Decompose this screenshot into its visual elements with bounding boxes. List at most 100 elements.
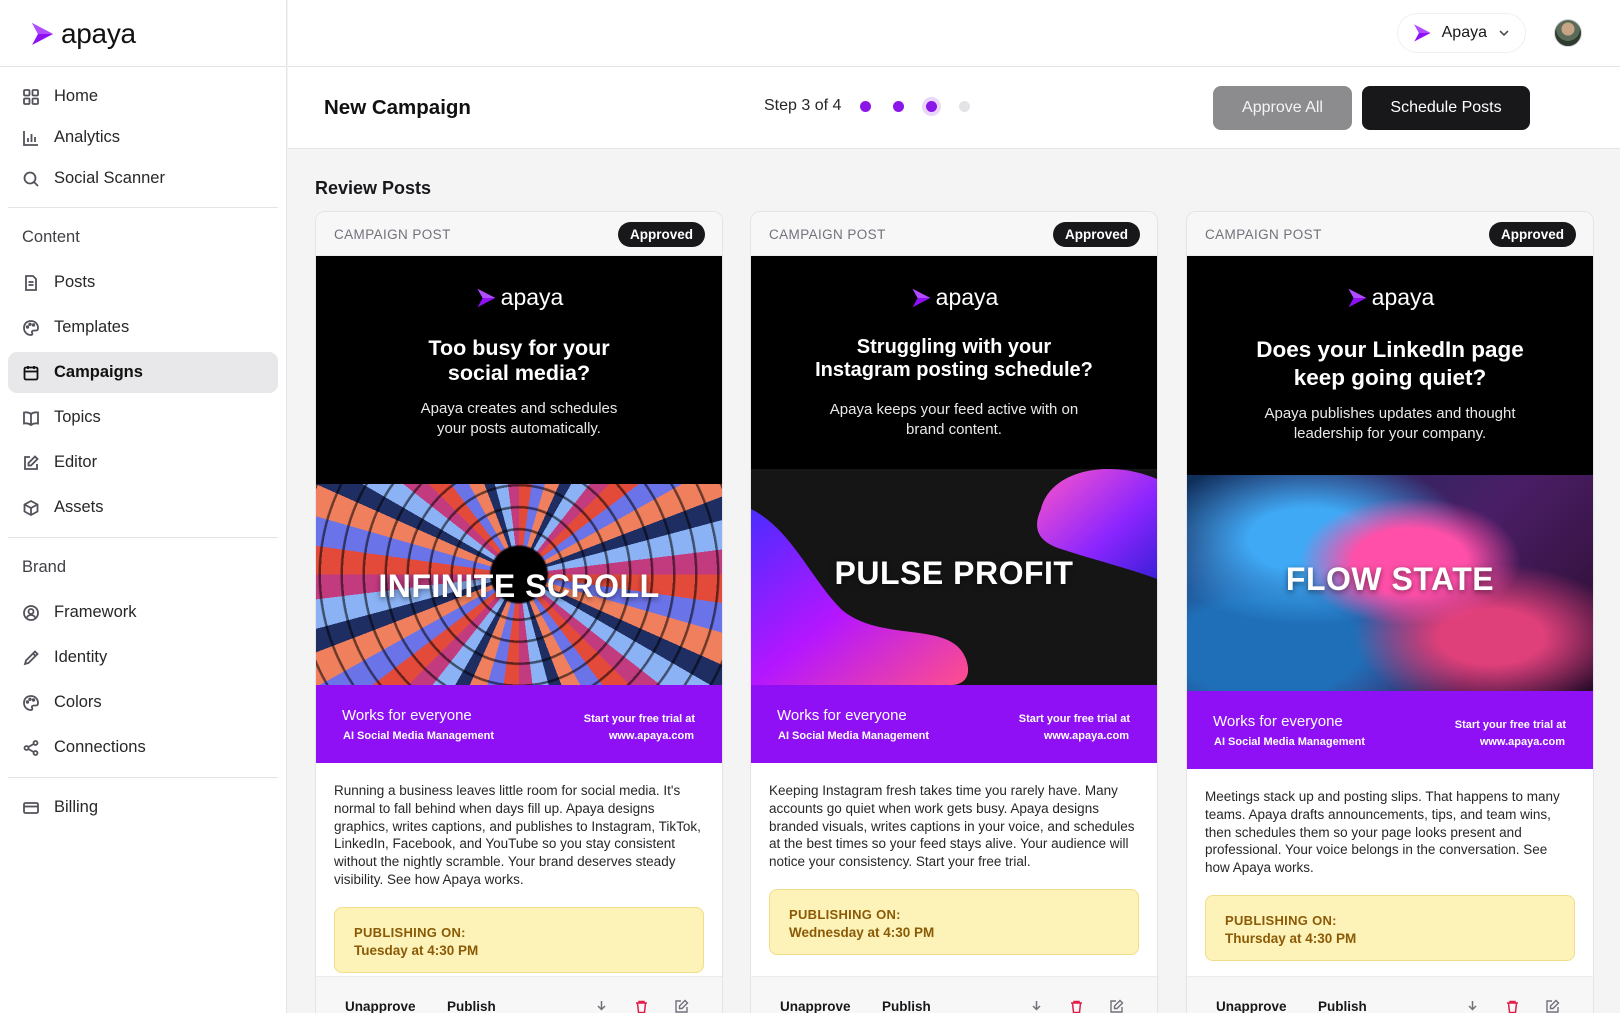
creative-footer-url: www.apaya.com: [608, 730, 694, 742]
trash-icon[interactable]: [634, 999, 649, 1013]
sidebar-item-templates[interactable]: Templates: [8, 307, 278, 348]
sidebar-item-analytics[interactable]: Analytics: [8, 117, 278, 158]
palette-icon: [23, 319, 39, 336]
creative-footer-subtag: AI Social Media Management: [1214, 736, 1365, 748]
trash-icon[interactable]: [1069, 999, 1084, 1013]
publish-button[interactable]: Publish: [447, 999, 496, 1013]
sidebar-item-campaigns[interactable]: Campaigns: [8, 352, 278, 393]
review-posts-heading: Review Posts: [315, 178, 432, 198]
publish-button[interactable]: Publish: [1318, 999, 1367, 1013]
sidebar-divider: [8, 207, 278, 208]
sidebar-item-billing[interactable]: Billing: [8, 787, 278, 828]
apaya-logo-icon: [1413, 24, 1431, 42]
post-card-actions: Unapprove Publish: [1187, 976, 1593, 1013]
creative-footer-subtag: AI Social Media Management: [343, 730, 494, 742]
download-icon[interactable]: [1465, 999, 1480, 1013]
sidebar-item-connections[interactable]: Connections: [8, 727, 278, 768]
sidebar-item-topics[interactable]: Topics: [8, 397, 278, 438]
sidebar-item-label: Editor: [54, 453, 98, 471]
sidebar-item-colors[interactable]: Colors: [8, 682, 278, 723]
unapprove-button[interactable]: Unapprove: [345, 999, 416, 1013]
palette-icon: [23, 694, 39, 711]
step-text: Step 3 of 4: [764, 97, 842, 114]
publish-schedule-box: PUBLISHING ON: Wednesday at 4:30 PM: [769, 889, 1139, 956]
download-icon[interactable]: [1029, 999, 1044, 1013]
schedule-posts-button[interactable]: Schedule Posts: [1362, 86, 1530, 130]
creative-sub-line: brand content.: [906, 420, 1002, 438]
calendar-icon: [23, 365, 39, 380]
sidebar-item-label: Colors: [54, 693, 102, 711]
apaya-logo-icon: [1348, 288, 1366, 307]
box-icon: [23, 499, 39, 516]
search-icon: [23, 171, 39, 187]
creative-sub-line: leadership for your company.: [1293, 425, 1487, 443]
post-creative[interactable]: apaya Too busy for your social media? Ap…: [316, 256, 722, 763]
creative-headline-line: Struggling with your: [856, 336, 1052, 358]
creative-logo: apaya: [316, 256, 722, 311]
publish-time: Tuesday at 4:30 PM: [354, 942, 479, 958]
creative-subtext: Apaya keeps your feed active with on bra…: [751, 400, 1157, 440]
user-circle-icon: [23, 604, 39, 621]
account-name: Apaya: [1441, 24, 1487, 41]
creative-image: FLOW STATE: [1187, 475, 1593, 691]
user-avatar[interactable]: [1554, 19, 1582, 47]
publish-label: PUBLISHING ON:: [789, 907, 901, 923]
sidebar-item-editor[interactable]: Editor: [8, 442, 278, 483]
apaya-logo-icon: [912, 288, 930, 307]
creative-logo: apaya: [1187, 256, 1593, 311]
status-badge: Approved: [1052, 222, 1140, 247]
creative-image-title: INFINITE SCROLL: [378, 568, 660, 604]
download-icon[interactable]: [594, 999, 609, 1013]
publish-schedule-box: PUBLISHING ON: Thursday at 4:30 PM: [1205, 895, 1575, 962]
creative-headline: Does your LinkedIn page keep going quiet…: [1187, 336, 1593, 392]
sidebar-item-home[interactable]: Home: [8, 76, 278, 117]
sidebar-item-identity[interactable]: Identity: [8, 637, 278, 678]
publish-button[interactable]: Publish: [882, 999, 931, 1013]
creative-footer-url: www.apaya.com: [1043, 730, 1129, 742]
creative-headline-line: keep going quiet?: [1293, 365, 1487, 391]
edit-icon[interactable]: [674, 999, 689, 1013]
post-caption: Running a business leaves little room fo…: [334, 783, 701, 888]
sidebar-item-social-scanner[interactable]: Social Scanner: [8, 158, 278, 199]
account-switcher[interactable]: Apaya: [1396, 13, 1526, 53]
grid-icon: [23, 88, 39, 105]
sidebar-item-framework[interactable]: Framework: [8, 592, 278, 633]
status-badge: Approved: [1488, 222, 1576, 247]
creative-image: PULSE PROFIT: [751, 469, 1157, 685]
post-creative[interactable]: apaya Does your LinkedIn page keep going…: [1187, 256, 1593, 769]
unapprove-button[interactable]: Unapprove: [780, 999, 851, 1013]
creative-sub-line: Apaya creates and schedules: [420, 400, 618, 418]
post-card-header: CAMPAIGN POST Approved: [316, 212, 722, 256]
top-bar: Apaya: [288, 0, 1620, 67]
unapprove-button[interactable]: Unapprove: [1216, 999, 1287, 1013]
creative-footer-tagline: Works for everyone: [1213, 713, 1343, 730]
creative-top: apaya Too busy for your social media? Ap…: [316, 256, 722, 484]
creative-subtext: Apaya publishes updates and thought lead…: [1187, 404, 1593, 444]
post-kicker: CAMPAIGN POST: [769, 227, 886, 242]
post-card: CAMPAIGN POST Approved apaya Struggling …: [750, 211, 1158, 1013]
edit-icon[interactable]: [1545, 999, 1560, 1013]
share-icon: [23, 739, 39, 756]
sidebar-item-posts[interactable]: Posts: [8, 262, 278, 303]
approve-all-button[interactable]: Approve All: [1213, 86, 1352, 130]
post-card-actions: Unapprove Publish: [316, 976, 722, 1013]
sidebar-item-assets[interactable]: Assets: [8, 487, 278, 528]
trash-icon[interactable]: [1505, 999, 1520, 1013]
creative-image-title: FLOW STATE: [1285, 561, 1495, 597]
post-creative[interactable]: apaya Struggling with your Instagram pos…: [751, 256, 1157, 763]
edit-icon[interactable]: [1109, 999, 1124, 1013]
publish-time: Thursday at 4:30 PM: [1225, 931, 1357, 947]
publish-time: Wednesday at 4:30 PM: [789, 925, 935, 941]
post-kicker: CAMPAIGN POST: [334, 227, 451, 242]
sidebar-section-brand: Brand: [22, 558, 67, 576]
sidebar-section-content: Content: [22, 228, 80, 246]
creative-footer-tagline: Works for everyone: [342, 707, 472, 724]
creative-footer: Works for everyone AI Social Media Manag…: [751, 685, 1157, 763]
creative-top: apaya Struggling with your Instagram pos…: [751, 256, 1157, 469]
publish-label: PUBLISHING ON:: [1225, 913, 1337, 929]
creative-headline: Too busy for your social media?: [316, 336, 722, 385]
publish-label: PUBLISHING ON:: [354, 924, 466, 940]
sidebar-item-label: Analytics: [54, 128, 121, 146]
sidebar-item-label: Social Scanner: [54, 169, 165, 187]
page-title: New Campaign: [324, 96, 471, 119]
